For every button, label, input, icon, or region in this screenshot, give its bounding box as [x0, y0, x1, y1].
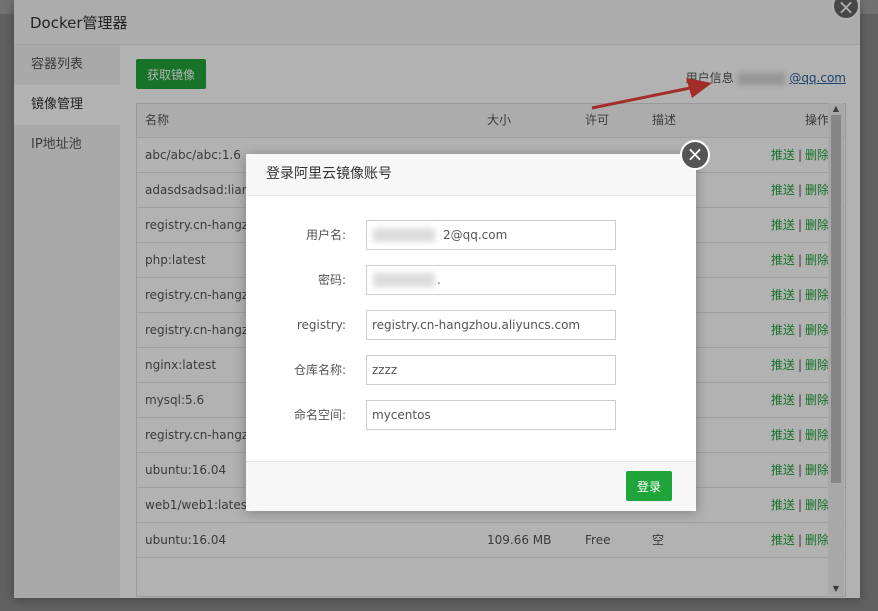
form-row-registry: registry: — [246, 310, 696, 340]
repo-name-input[interactable] — [366, 355, 616, 385]
namespace-input[interactable] — [366, 400, 616, 430]
dialog-close-icon[interactable]: × — [680, 140, 710, 170]
registry-label: registry: — [296, 318, 346, 332]
aliyun-login-dialog: 登录阿里云镜像账号 × 用户名: 密码: registry: 仓库名称: 命名空… — [246, 140, 710, 511]
registry-input[interactable] — [366, 310, 616, 340]
dialog-footer: 登录 — [246, 461, 696, 511]
repo-name-label: 仓库名称: — [293, 363, 346, 377]
password-input[interactable] — [366, 265, 616, 295]
form-row-username: 用户名: — [246, 220, 696, 250]
login-button[interactable]: 登录 — [626, 471, 672, 501]
password-label: 密码: — [317, 273, 346, 287]
username-input[interactable] — [366, 220, 616, 250]
dialog-title: 登录阿里云镜像账号 — [246, 154, 696, 196]
namespace-label: 命名空间: — [293, 408, 346, 422]
form-row-password: 密码: — [246, 265, 696, 295]
username-label: 用户名: — [305, 228, 346, 242]
form-row-namespace: 命名空间: — [246, 400, 696, 430]
form-row-repo: 仓库名称: — [246, 355, 696, 385]
